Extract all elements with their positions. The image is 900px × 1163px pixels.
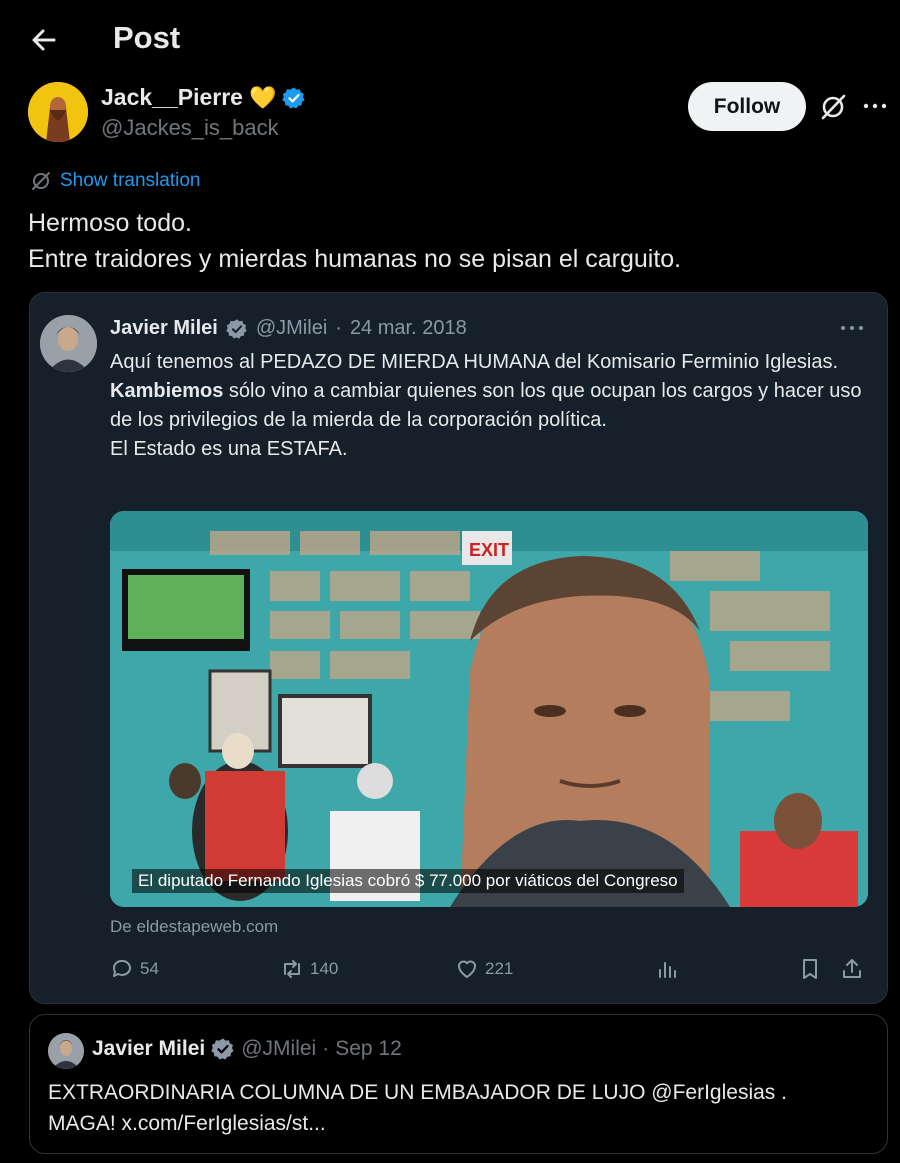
quoted-text-line: Aquí tenemos al PEDAZO DE MIERDA HUMANA …: [110, 351, 839, 373]
quoted-post-date[interactable]: 24 mar. 2018: [350, 317, 467, 340]
diner-photo: EXIT: [110, 511, 868, 907]
share-button[interactable]: [840, 957, 864, 981]
reply-count: 54: [140, 959, 159, 978]
author-avatar[interactable]: [28, 82, 88, 142]
grok-icon[interactable]: [818, 92, 848, 122]
follow-button[interactable]: Follow: [688, 82, 806, 131]
quoted-post-text: Aquí tenemos al PEDAZO DE MIERDA HUMANA …: [110, 348, 870, 464]
quoted-text-continuation: sólo vino a cambiar quienes son los que …: [110, 380, 862, 431]
quoted-author-name[interactable]: Javier Milei: [110, 317, 218, 340]
separator-dot: ·: [322, 1037, 330, 1060]
show-translation-link[interactable]: Show translation: [30, 170, 200, 192]
verified-badge-icon: [211, 1038, 234, 1060]
quoted-bold-word: Kambiemos: [110, 380, 224, 402]
author-name[interactable]: Jack__Pierre 💛: [101, 84, 306, 111]
post-text: Hermoso todo. Entre traidores y mierdas …: [28, 205, 681, 277]
quoted2-author-handle[interactable]: @JMilei: [241, 1037, 316, 1061]
post-text-line: Entre traidores y mierdas humanas no se …: [28, 245, 682, 273]
quoted-author-avatar[interactable]: [40, 315, 97, 372]
repost-button[interactable]: 140: [280, 957, 338, 981]
quoted-action-bar: 54 140 221: [110, 957, 870, 987]
views-button[interactable]: [655, 957, 679, 981]
more-icon[interactable]: [862, 95, 888, 117]
quoted-text-line: Kambiemos sólo vino a cambiar quienes so…: [110, 377, 870, 435]
share-icon: [843, 959, 861, 978]
reply-icon: [112, 959, 131, 977]
quoted-author-handle[interactable]: @JMilei: [256, 317, 327, 340]
separator-dot: ·: [335, 317, 342, 339]
yellow-heart-emoji: 💛: [248, 84, 277, 110]
quoted-post-card-2[interactable]: Javier Milei @JMilei · Sep 12 EXTRAORDIN…: [29, 1014, 888, 1154]
translate-icon: [32, 172, 50, 190]
author-handle[interactable]: @Jackes_is_back: [101, 115, 279, 141]
quoted2-text-line[interactable]: MAGA! x.com/FerIglesias/st...: [48, 1108, 868, 1139]
page-title: Post: [113, 20, 181, 55]
like-icon: [458, 960, 476, 978]
more-icon[interactable]: [838, 320, 866, 336]
reply-button[interactable]: 54: [110, 957, 159, 981]
exit-sign-text: EXIT: [469, 540, 509, 560]
show-translation-label[interactable]: Show translation: [60, 170, 200, 192]
bookmark-icon: [803, 959, 817, 979]
quoted2-author-avatar[interactable]: [48, 1033, 84, 1069]
verified-badge-icon: [282, 87, 305, 108]
quoted2-post-text: EXTRAORDINARIA COLUMNA DE UN EMBAJADOR D…: [48, 1077, 868, 1139]
top-bar: Post: [0, 0, 900, 78]
quoted2-post-date[interactable]: Sep 12: [335, 1037, 402, 1061]
post-page: Post Jack__Pierre 💛 @Jackes_is_back Foll…: [0, 0, 900, 1163]
author-name-text[interactable]: Jack__Pierre: [101, 84, 243, 111]
quoted-post-card[interactable]: Javier Milei @JMilei · 24 mar. 2018 Aquí…: [29, 292, 888, 1004]
link-source[interactable]: De eldestapeweb.com: [110, 917, 278, 937]
like-button[interactable]: 221: [455, 957, 513, 981]
post-text-line: Hermoso todo.: [28, 209, 192, 237]
repost-count: 140: [310, 959, 339, 978]
views-icon: [659, 962, 676, 978]
quoted2-header: Javier Milei @JMilei · Sep 12: [92, 1037, 402, 1061]
bookmark-button[interactable]: [798, 957, 822, 981]
repost-icon: [284, 960, 300, 978]
quoted-text-line: El Estado es una ESTAFA.: [110, 438, 348, 460]
link-preview-image[interactable]: EXIT El diputado Fernando Iglesias cobró…: [110, 511, 868, 907]
like-count: 221: [485, 959, 514, 978]
image-caption: El diputado Fernando Iglesias cobró $ 77…: [132, 869, 684, 893]
quoted2-text-line: EXTRAORDINARIA COLUMNA DE UN EMBAJADOR D…: [48, 1081, 787, 1104]
back-arrow-icon[interactable]: [26, 22, 62, 58]
verified-badge-icon: [226, 318, 247, 339]
quoted-post-header: Javier Milei @JMilei · 24 mar. 2018: [110, 317, 467, 340]
quoted2-author-name[interactable]: Javier Milei: [92, 1037, 205, 1061]
